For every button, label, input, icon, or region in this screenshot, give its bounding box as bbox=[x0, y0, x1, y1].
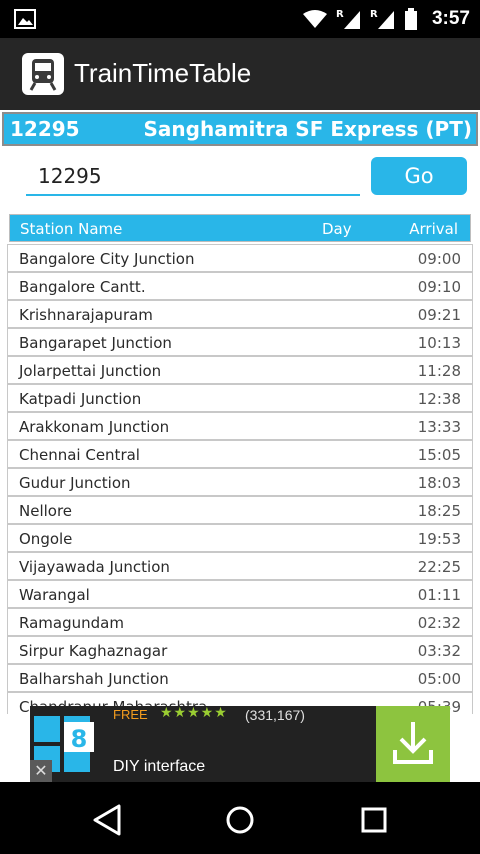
arrival-time: 09:00 bbox=[417, 250, 461, 268]
ad-close-button[interactable]: ✕ bbox=[30, 760, 52, 782]
arrival-time: 02:32 bbox=[417, 614, 461, 632]
ad-rating-count: (331,167) bbox=[245, 707, 305, 723]
signal-icon: R bbox=[336, 9, 360, 29]
station-name: Katpadi Junction bbox=[19, 390, 142, 408]
image-icon bbox=[14, 9, 36, 29]
list-item[interactable]: Warangal 01:11 bbox=[7, 580, 473, 608]
train-number: 12295 bbox=[10, 117, 80, 141]
station-name: Bangalore City Junction bbox=[19, 250, 195, 268]
train-header: 12295 Sanghamitra SF Express (PT) bbox=[2, 112, 478, 146]
station-name: Gudur Junction bbox=[19, 474, 131, 492]
arrival-time: 05:00 bbox=[417, 670, 461, 688]
arrival-time: 09:10 bbox=[417, 278, 461, 296]
arrival-time: 15:05 bbox=[417, 446, 461, 464]
arrival-time: 19:53 bbox=[417, 530, 461, 548]
list-item[interactable]: Sirpur Kaghaznagar 03:32 bbox=[7, 636, 473, 664]
ad-rating-stars: ★★★★★ bbox=[160, 705, 228, 721]
download-icon bbox=[393, 722, 433, 764]
arrival-time: 22:25 bbox=[417, 558, 461, 576]
wifi-icon bbox=[302, 10, 327, 28]
svg-text:R: R bbox=[370, 9, 378, 20]
svg-text:R: R bbox=[336, 9, 344, 20]
list-item[interactable]: Gudur Junction 18:03 bbox=[7, 468, 473, 496]
app-icon bbox=[22, 53, 64, 95]
ad-free-label: FREE bbox=[113, 707, 148, 722]
list-item[interactable]: Ongole 19:53 bbox=[7, 524, 473, 552]
status-bar: R R 3:57 bbox=[0, 0, 480, 38]
table-header: Station Name Day Arrival bbox=[9, 214, 471, 242]
header-arrival: Arrival bbox=[409, 220, 458, 238]
station-name: Sirpur Kaghaznagar bbox=[19, 642, 168, 660]
ad-download-button[interactable] bbox=[376, 706, 450, 782]
arrival-time: 10:13 bbox=[417, 334, 461, 352]
arrival-time: 12:38 bbox=[417, 390, 461, 408]
svg-text:8: 8 bbox=[71, 725, 88, 753]
station-name: Nellore bbox=[19, 502, 73, 520]
list-item[interactable]: Bangalore Cantt. 09:10 bbox=[7, 272, 473, 300]
header-station-name: Station Name bbox=[20, 220, 123, 238]
list-item[interactable]: Nellore 18:25 bbox=[7, 496, 473, 524]
station-name: Warangal bbox=[19, 586, 90, 604]
station-name: Ramagundam bbox=[19, 614, 124, 632]
station-name: Vijayawada Junction bbox=[19, 558, 170, 576]
train-icon bbox=[29, 59, 57, 91]
list-item[interactable]: Ramagundam 02:32 bbox=[7, 608, 473, 636]
station-name: Ongole bbox=[19, 530, 73, 548]
list-item[interactable]: Arakkonam Junction 13:33 bbox=[7, 412, 473, 440]
station-name: Krishnarajapuram bbox=[19, 306, 153, 324]
list-item[interactable]: Katpadi Junction 12:38 bbox=[7, 384, 473, 412]
station-name: Chennai Central bbox=[19, 446, 140, 464]
back-icon[interactable] bbox=[87, 800, 127, 840]
header-day: Day bbox=[322, 220, 352, 238]
arrival-time: 01:11 bbox=[417, 586, 461, 604]
list-item[interactable]: Bangalore City Junction 09:00 bbox=[7, 244, 473, 272]
app-title: TrainTimeTable bbox=[74, 58, 252, 88]
recents-icon[interactable] bbox=[354, 800, 394, 840]
station-name: Balharshah Junction bbox=[19, 670, 169, 688]
ad-title: DIY interface bbox=[113, 758, 206, 775]
arrival-time: 09:21 bbox=[417, 306, 461, 324]
status-time: 3:57 bbox=[431, 8, 470, 29]
list-item[interactable]: Krishnarajapuram 09:21 bbox=[7, 300, 473, 328]
station-name: Arakkonam Junction bbox=[19, 418, 170, 436]
go-button[interactable]: Go bbox=[371, 157, 467, 195]
arrival-time: 11:28 bbox=[417, 362, 461, 380]
arrival-time: 13:33 bbox=[417, 418, 461, 436]
action-bar: TrainTimeTable bbox=[0, 38, 480, 110]
list-item[interactable]: Balharshah Junction 05:00 bbox=[7, 664, 473, 692]
navigation-bar bbox=[0, 782, 480, 854]
status-icons: R R 3:57 bbox=[302, 0, 470, 38]
list-item[interactable]: Jolarpettai Junction 11:28 bbox=[7, 356, 473, 384]
station-name: Bangalore Cantt. bbox=[19, 278, 146, 296]
home-icon[interactable] bbox=[220, 800, 260, 840]
battery-icon bbox=[404, 8, 417, 30]
ad-banner[interactable]: 8 ✕ FREE ★★★★★ (331,167) DIY interface bbox=[30, 705, 450, 782]
arrival-time: 18:03 bbox=[417, 474, 461, 492]
station-name: Bangarapet Junction bbox=[19, 334, 172, 352]
signal-icon: R bbox=[370, 9, 394, 29]
station-list[interactable]: Bangalore City Junction 09:00 Bangalore … bbox=[7, 244, 473, 714]
list-item[interactable]: Chennai Central 15:05 bbox=[7, 440, 473, 468]
train-number-input[interactable] bbox=[26, 158, 360, 196]
list-item[interactable]: Vijayawada Junction 22:25 bbox=[7, 552, 473, 580]
arrival-time: 18:25 bbox=[417, 502, 461, 520]
station-name: Jolarpettai Junction bbox=[19, 362, 162, 380]
arrival-time: 03:32 bbox=[417, 642, 461, 660]
train-name: Sanghamitra SF Express (PT) bbox=[143, 117, 472, 141]
list-item[interactable]: Bangarapet Junction 10:13 bbox=[7, 328, 473, 356]
